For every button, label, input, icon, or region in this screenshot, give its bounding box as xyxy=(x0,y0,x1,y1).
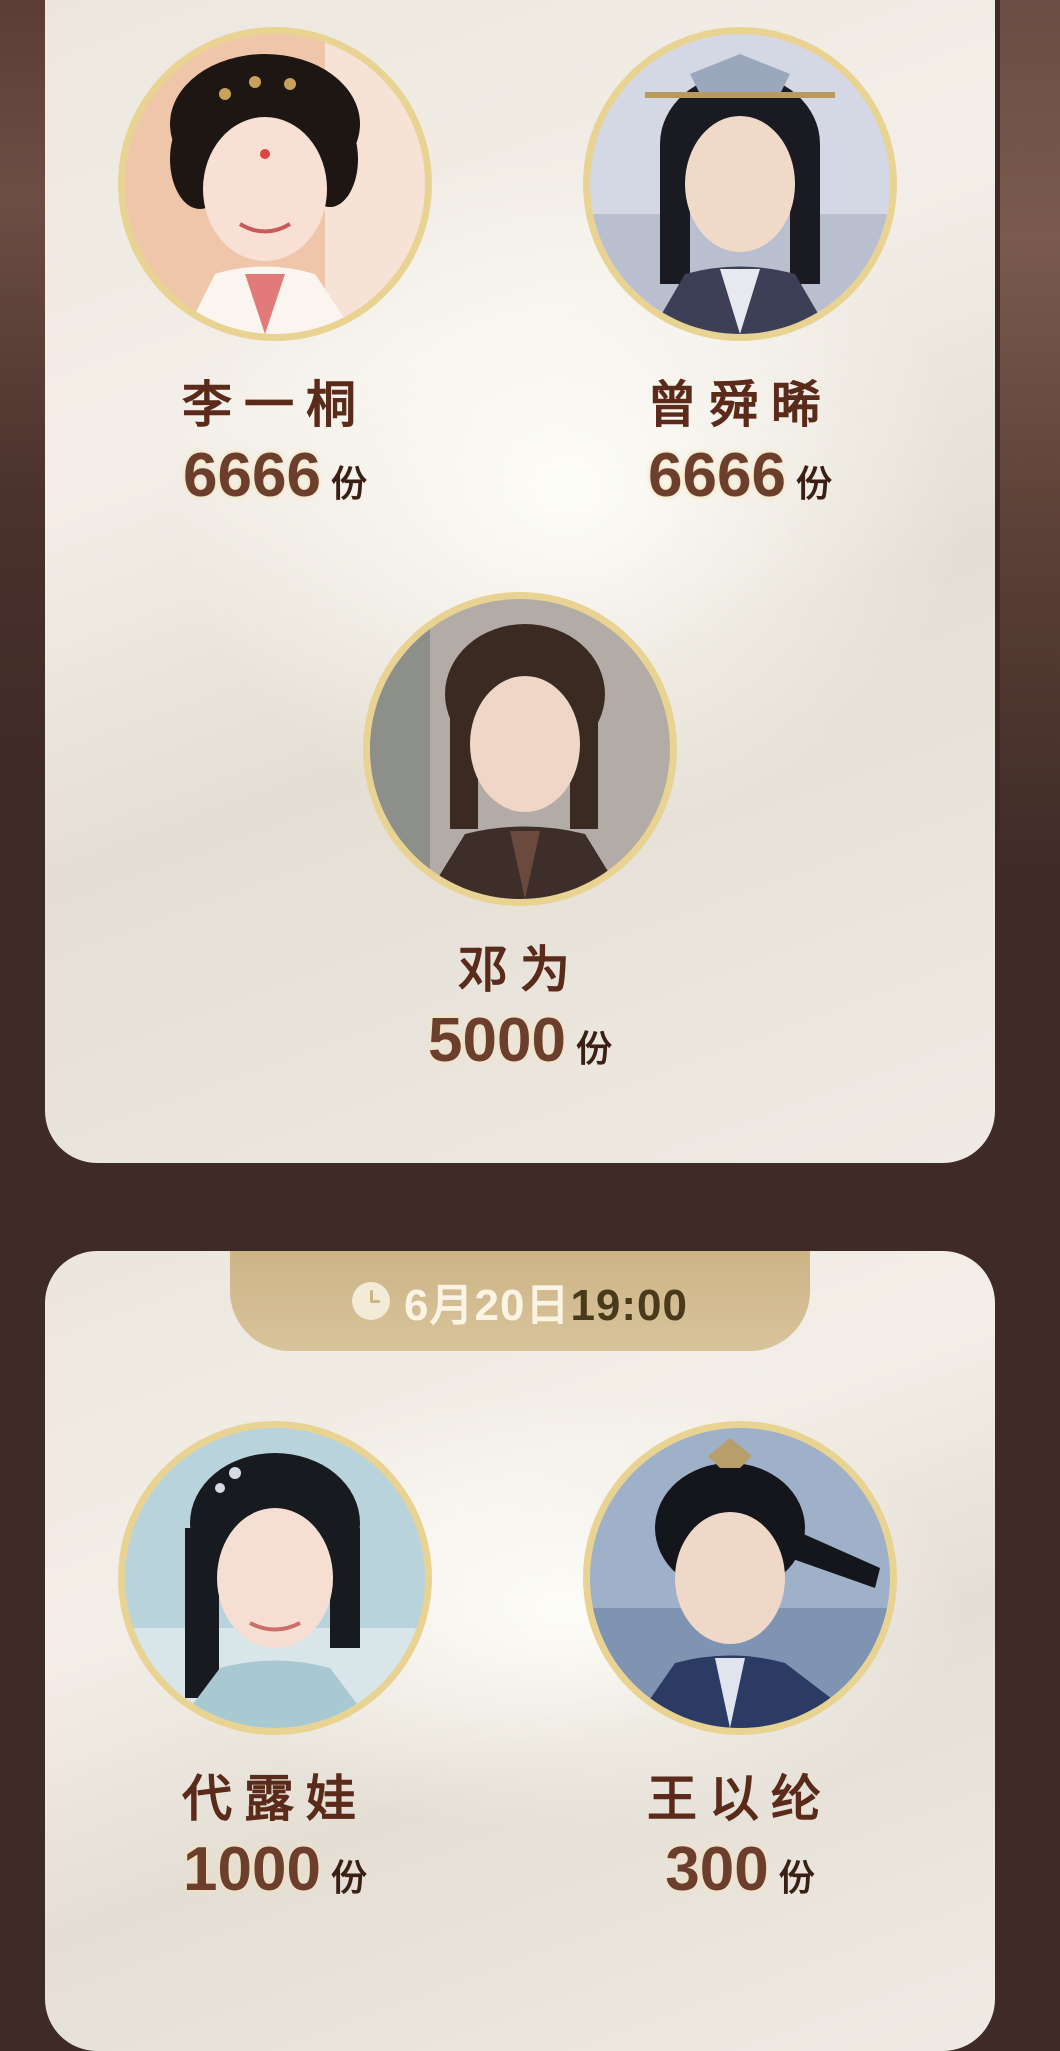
time-banner: 6月20日19:00 xyxy=(230,1251,810,1351)
avatar xyxy=(125,1428,425,1728)
reward-count: 1000 份 xyxy=(115,1835,435,1905)
reward-card-2: 6月20日19:00 代露娃 1000 份 王以纶 300 份 xyxy=(45,1251,995,2051)
avatar-frame xyxy=(583,27,897,341)
background-scenery-right xyxy=(1000,0,1060,1974)
count-value: 5000 xyxy=(428,1006,566,1075)
avatar-frame xyxy=(118,27,432,341)
person-name: 王以纶 xyxy=(647,1769,833,1828)
count-value: 1000 xyxy=(183,1835,321,1904)
avatar-frame xyxy=(363,592,677,906)
person-card[interactable]: 代露娃 1000 份 xyxy=(115,1421,435,1905)
count-value: 300 xyxy=(665,1835,769,1904)
avatar-frame xyxy=(118,1421,432,1735)
person-name: 李一桐 xyxy=(182,375,368,434)
avatar-frame xyxy=(583,1421,897,1735)
person-name: 邓为 xyxy=(458,940,582,999)
count-unit: 份 xyxy=(330,463,367,505)
count-unit: 份 xyxy=(330,1857,367,1899)
avatar xyxy=(590,1428,890,1728)
person-card[interactable]: 王以纶 300 份 xyxy=(580,1421,900,1905)
count-value: 6666 xyxy=(648,441,786,510)
event-date: 6月20日 xyxy=(404,1281,571,1330)
avatar xyxy=(590,34,890,334)
avatar xyxy=(125,34,425,334)
person-card[interactable]: 邓为 5000 份 xyxy=(360,592,680,1076)
count-value: 6666 xyxy=(183,441,321,510)
reward-count: 300 份 xyxy=(580,1835,900,1905)
count-unit: 份 xyxy=(795,463,832,505)
count-unit: 份 xyxy=(778,1857,815,1899)
person-name: 代露娃 xyxy=(182,1769,368,1828)
clock-icon xyxy=(352,1282,391,1320)
reward-count: 6666 份 xyxy=(580,441,900,511)
person-card[interactable]: 李一桐 6666 份 xyxy=(115,27,435,511)
reward-count: 6666 份 xyxy=(115,441,435,511)
person-card[interactable]: 曾舜晞 6666 份 xyxy=(580,27,900,511)
reward-count: 5000 份 xyxy=(360,1006,680,1076)
avatar xyxy=(370,599,670,899)
reward-card-1: 李一桐 6666 份 曾舜晞 6666 份 邓为 5000 份 xyxy=(45,0,995,1163)
person-name: 曾舜晞 xyxy=(647,375,833,434)
count-unit: 份 xyxy=(575,1028,612,1070)
event-hour: 19:00 xyxy=(570,1281,688,1330)
event-time: 6月20日19:00 xyxy=(404,1269,688,1333)
